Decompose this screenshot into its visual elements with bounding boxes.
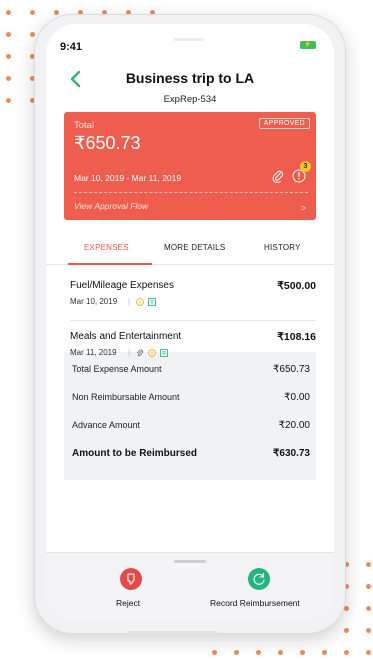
action-bar: Reject Record Reimbursement — [46, 552, 334, 620]
info-icon — [136, 298, 144, 306]
violation-count-badge: 3 — [300, 161, 311, 172]
drag-handle[interactable] — [174, 560, 206, 563]
reimbursed-row: Amount to be Reimbursed ₹630.73 — [72, 448, 310, 462]
sum-label: Advance Amount — [72, 420, 141, 430]
totals-summary: Total Expense Amount ₹650.73 Non Reimbur… — [64, 352, 316, 480]
receipt-icon — [148, 298, 156, 306]
status-time: 9:41 — [60, 41, 83, 53]
thumbs-down-icon — [127, 573, 135, 585]
tab-more-details[interactable]: MORE DETAILS — [164, 243, 225, 252]
separator: | — [128, 297, 131, 306]
expense-title: Fuel/Mileage Expenses — [70, 280, 174, 291]
report-summary-card: Total APPROVED ₹650.73 Mar 10, 2019 - Ma… — [64, 112, 316, 220]
active-tab-indicator — [68, 263, 152, 265]
record-reimbursement-button[interactable] — [248, 568, 270, 590]
chevron-right-icon[interactable]: > — [301, 203, 306, 213]
total-label: Total — [74, 120, 95, 131]
reject-button[interactable] — [120, 568, 142, 590]
status-bar: 9:41 ⚡ — [46, 24, 334, 54]
advance-row: Advance Amount ₹20.00 — [72, 420, 310, 434]
sum-label: Total Expense Amount — [72, 364, 162, 374]
non-reimbursable-row: Non Reimbursable Amount ₹0.00 — [72, 392, 310, 406]
sum-value: ₹630.73 — [273, 448, 310, 459]
total-amount: ₹650.73 — [74, 133, 141, 153]
tab-expenses[interactable]: EXPENSES — [84, 243, 129, 252]
sum-value: ₹0.00 — [284, 392, 310, 403]
attachment-icon[interactable] — [272, 169, 284, 183]
sum-value: ₹650.73 — [273, 364, 310, 375]
sum-label: Non Reimbursable Amount — [72, 392, 180, 402]
battery-icon: ⚡ — [300, 41, 316, 49]
view-approval-flow-link[interactable]: View Approval Flow — [74, 201, 148, 211]
tab-bar: EXPENSES MORE DETAILS HISTORY — [46, 234, 334, 265]
record-reimbursement-label[interactable]: Record Reimbursement — [210, 598, 300, 608]
expense-amount: ₹108.16 — [277, 331, 316, 343]
expense-date: Mar 10, 2019 — [70, 297, 118, 306]
phone-screen: 9:41 ⚡ Business trip to LA ExpRep-534 To… — [46, 24, 334, 620]
total-expense-row: Total Expense Amount ₹650.73 — [72, 364, 310, 378]
refresh-currency-icon — [253, 572, 265, 585]
sum-value: ₹20.00 — [278, 420, 310, 431]
report-id: ExpRep-534 — [163, 94, 217, 105]
date-range: Mar 10, 2019 - Mar 11, 2019 — [74, 173, 182, 183]
card-divider — [74, 192, 308, 193]
reject-label[interactable]: Reject — [116, 598, 140, 608]
expense-title: Meals and Entertainment — [70, 331, 182, 342]
sum-label: Amount to be Reimbursed — [72, 448, 198, 459]
page-title: Business trip to LA — [125, 70, 255, 86]
home-indicator — [128, 631, 218, 634]
row-divider — [70, 320, 316, 321]
expense-amount: ₹500.00 — [277, 280, 316, 292]
status-badge: APPROVED — [258, 118, 310, 129]
tab-history[interactable]: HISTORY — [264, 243, 301, 252]
notch — [174, 38, 204, 41]
